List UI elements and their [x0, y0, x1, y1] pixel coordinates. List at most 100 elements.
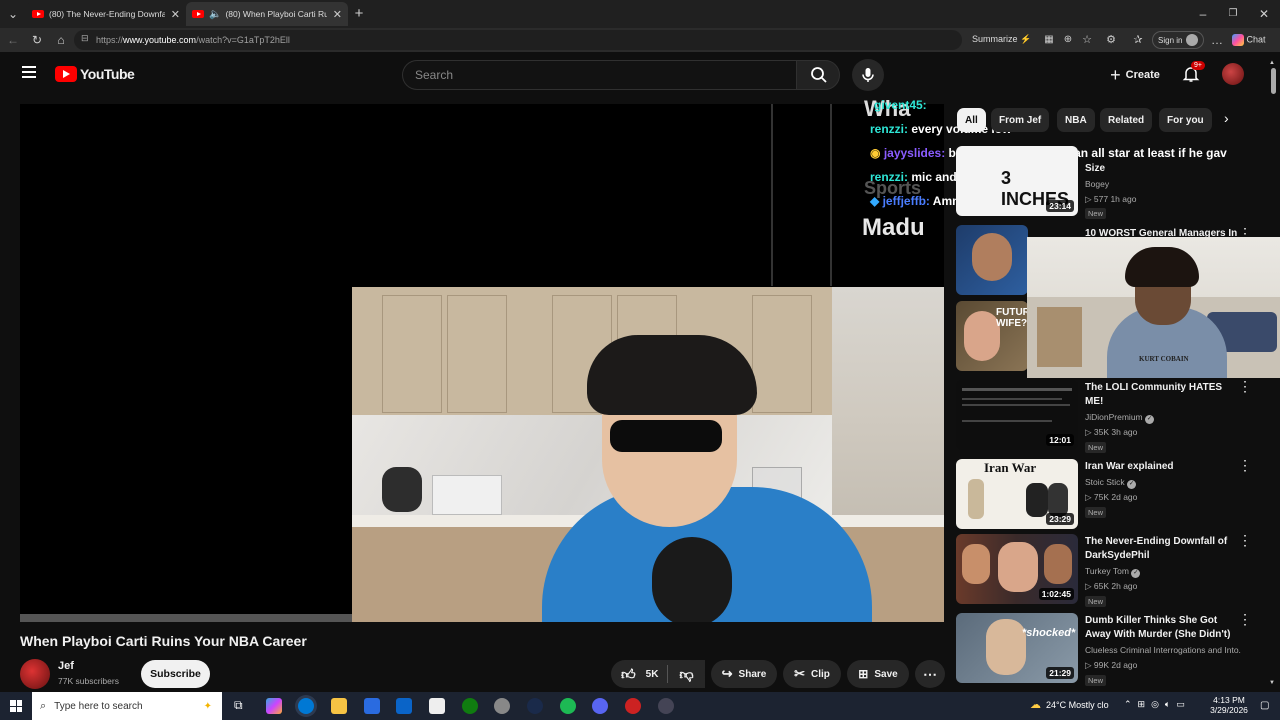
spotify-icon[interactable] [560, 698, 576, 714]
progress-bar[interactable] [20, 614, 352, 622]
search-input[interactable]: Search [402, 60, 796, 90]
zoom-icon[interactable]: ⊕ [1059, 28, 1077, 52]
video-title[interactable]: Iran War explained [1085, 460, 1237, 474]
notepad-icon[interactable] [429, 698, 445, 714]
more-options-icon[interactable]: ⋮ [1237, 611, 1253, 628]
browser-tab-2-active[interactable]: 🔈 (80) When Playboi Carti Ruins ✕ [186, 2, 348, 26]
recommendation-item[interactable]: *shocked* 21:29 Dumb Killer Thinks She G… [955, 611, 1275, 689]
mail-icon[interactable] [396, 698, 412, 714]
chevron-right-icon[interactable]: › [1224, 110, 1229, 126]
create-button[interactable]: + Create [1100, 59, 1170, 91]
video-player[interactable] [20, 104, 944, 622]
more-options-icon[interactable]: ⋮ [1237, 457, 1253, 474]
address-bar[interactable]: ⊟ https://www.youtube.com/watch?v=G1aTpT… [74, 30, 962, 50]
copilot-chat-button[interactable]: Chat [1232, 34, 1266, 46]
extensions-icon[interactable]: ⚙ [1102, 28, 1120, 52]
copilot-icon [1232, 34, 1244, 46]
settings-more-icon[interactable]: … [1208, 28, 1226, 52]
chat-username: givent45: [874, 98, 927, 112]
video-thumbnail[interactable] [956, 225, 1028, 295]
split-screen-icon[interactable]: ▦ [1040, 28, 1058, 52]
discord-icon[interactable] [592, 698, 608, 714]
more-options-icon[interactable]: ⋮ [1237, 532, 1253, 549]
search-highlight-icon: ✦ [203, 700, 212, 712]
channel-name[interactable]: Turkey Tom ✓ [1085, 566, 1241, 578]
windows-start-icon[interactable] [10, 700, 22, 712]
channel-name[interactable]: JiDionPremium ✓ [1085, 412, 1241, 424]
recommendation-item[interactable]: Iran War 23:29 Iran War explained Stoic … [955, 457, 1275, 531]
chip-from-jef[interactable]: From Jef [991, 108, 1050, 132]
xbox-icon[interactable] [462, 698, 478, 714]
tab-list-chevron-icon[interactable]: ⌄ [4, 2, 22, 26]
minimize-icon[interactable]: – [1194, 2, 1212, 26]
channel-name[interactable]: Jef [58, 660, 74, 672]
close-tab-icon[interactable]: ✕ [333, 8, 342, 21]
new-tab-icon[interactable]: + [350, 2, 368, 26]
share-button[interactable]: ↪ Share [711, 660, 777, 688]
clock[interactable]: 4:13 PM 3/29/2026 [1206, 695, 1252, 715]
microsoft-store-icon[interactable] [364, 698, 380, 714]
dislike-button[interactable]: 👎︎ [668, 660, 705, 688]
file-explorer-icon[interactable] [331, 698, 347, 714]
channel-name[interactable]: Bogey [1085, 179, 1241, 189]
site-info-icon[interactable]: ⊟ [81, 33, 89, 44]
copilot-app-icon[interactable] [266, 698, 282, 714]
app-icon[interactable] [527, 698, 543, 714]
video-title[interactable]: Dumb Killer Thinks She Got Away With Mur… [1085, 614, 1237, 642]
summarize-button[interactable]: Summarize ⚡ [972, 34, 1031, 45]
refresh-icon[interactable]: ↻ [28, 28, 46, 52]
sign-in-button[interactable]: Sign in [1152, 31, 1204, 49]
channel-name[interactable]: Clueless Criminal Interrogations and Int… [1085, 645, 1241, 655]
channel-name[interactable]: Stoic Stick ✓ [1085, 477, 1241, 489]
app-icon[interactable] [625, 698, 641, 714]
speaker-icon[interactable]: 🔈 [209, 9, 221, 20]
close-tab-icon[interactable]: ✕ [171, 8, 180, 21]
microphone-icon [862, 68, 874, 82]
favorite-star-icon[interactable]: ☆ [1078, 28, 1096, 52]
restore-icon[interactable]: ❐ [1224, 2, 1242, 26]
back-icon[interactable]: ← [4, 28, 22, 52]
chip-nba[interactable]: NBA [1057, 108, 1095, 132]
tab-title: (80) When Playboi Carti Ruins [225, 9, 327, 19]
chip-for-you[interactable]: For you [1159, 108, 1212, 132]
window-close-icon[interactable]: ✕ [1255, 2, 1273, 26]
chip-related[interactable]: Related [1100, 108, 1153, 132]
search-button[interactable] [796, 60, 840, 90]
save-button[interactable]: ⊞ Save [847, 660, 909, 688]
video-thumbnail[interactable]: 3 INCHES 23:14 [956, 146, 1078, 216]
video-thumbnail[interactable]: 12:01 [956, 380, 1078, 450]
more-options-icon[interactable]: ⋮ [1237, 378, 1253, 395]
chip-all[interactable]: All [957, 108, 986, 132]
clip-button[interactable]: ✂ Clip [783, 660, 841, 688]
notifications-icon[interactable]: ▢ [1260, 700, 1269, 711]
account-avatar[interactable] [1222, 63, 1244, 85]
notifications-button[interactable]: 9+ [1182, 61, 1205, 83]
subscribe-button[interactable]: Subscribe [141, 660, 210, 688]
video-title[interactable]: Size [1085, 162, 1237, 176]
browser-tab-1[interactable]: (80) The Never-Ending Downfall o ✕ [26, 2, 186, 26]
video-title[interactable]: The Never-Ending Downfall of DarkSydePhi… [1085, 535, 1237, 563]
video-title[interactable]: The LOLI Community HATES ME! [1085, 381, 1237, 409]
weather-icon[interactable]: ☁ [1030, 698, 1041, 711]
video-thumbnail[interactable]: *shocked* 21:29 [956, 613, 1078, 683]
video-thumbnail[interactable]: Iran War 23:29 [956, 459, 1078, 529]
home-icon[interactable]: ⌂ [52, 28, 70, 52]
more-actions-button[interactable]: ⋯ [915, 660, 945, 688]
system-tray-icons[interactable]: ⌃⊞◎🔈︎▭ [1124, 699, 1191, 710]
app-icon[interactable] [494, 698, 510, 714]
app-icon[interactable] [658, 698, 674, 714]
video-thumbnail[interactable]: FUTURE WIFE? [956, 301, 1028, 371]
recommendation-item[interactable]: 12:01 The LOLI Community HATES ME! JiDio… [955, 378, 1275, 453]
task-view-icon[interactable]: ⧉ [234, 698, 243, 713]
favorites-icon[interactable]: ✰ [1129, 28, 1147, 52]
edge-browser-icon[interactable] [298, 698, 314, 714]
channel-avatar[interactable] [20, 659, 50, 689]
taskbar-search-box[interactable]: ⌕ Type here to search ✦ [32, 692, 222, 720]
youtube-logo[interactable]: YouTube [55, 66, 135, 82]
recommendation-item[interactable]: 1:02:45 The Never-Ending Downfall of Dar… [955, 532, 1275, 607]
recommendation-item[interactable]: 3 INCHES 23:14 Size Bogey ▷ 577 1h ago N… [955, 146, 1275, 219]
video-thumbnail[interactable]: 1:02:45 [956, 534, 1078, 604]
hamburger-menu-icon[interactable] [22, 66, 36, 78]
weather-text[interactable]: 24°C Mostly clo [1046, 700, 1109, 710]
voice-search-button[interactable] [852, 59, 884, 91]
